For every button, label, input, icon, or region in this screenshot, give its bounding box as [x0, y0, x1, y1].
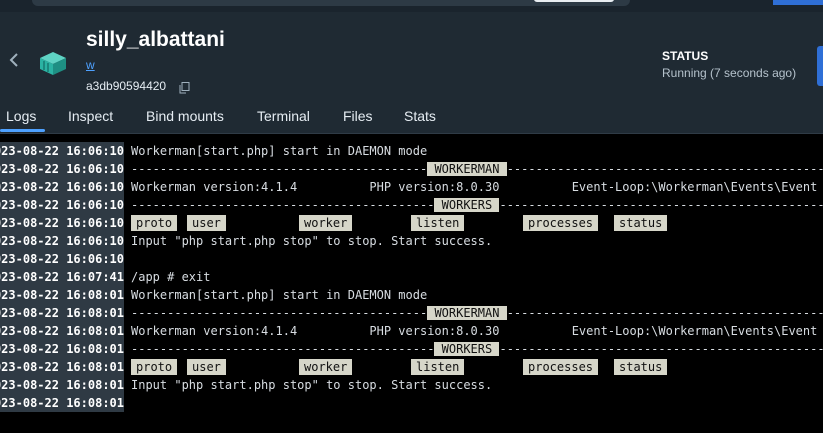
worker-column-header: processes [523, 215, 599, 231]
log-message: Input "php start.php stop" to stop. Star… [131, 234, 493, 248]
tab-bind-mounts[interactable]: Bind mounts [146, 108, 224, 124]
log-separator: ----------------------------------------… [131, 342, 823, 356]
log-timestamp: 2023-08-22 16:06:10 [0, 178, 124, 196]
container-name: silly_albattani [86, 28, 225, 51]
worker-column-header: listen [411, 215, 465, 231]
container-id: a3db90594420 [86, 79, 167, 93]
worker-column-header: processes [523, 359, 599, 375]
log-timestamp: 2023-08-22 16:08:01 [0, 358, 124, 376]
log-line: 2023-08-22 16:07:41/app # exit [0, 268, 823, 286]
log-separator: ----------------------------------------… [131, 198, 823, 212]
separator-label: WORKERMAN [427, 306, 507, 320]
tab-inspect[interactable]: Inspect [68, 108, 113, 124]
log-message: Workerman[start.php] start in DAEMON mod… [131, 288, 428, 302]
worker-column-header: listen [411, 359, 465, 375]
worker-column-header: worker [299, 359, 353, 375]
log-timestamp: 2023-08-22 16:08:01 [0, 394, 124, 412]
log-line: 2023-08-22 16:06:10 proto user worker listen… [0, 214, 823, 232]
side-accent [817, 46, 823, 86]
log-line: 2023-08-22 16:08:01 [0, 394, 823, 412]
worker-column-header: user [187, 359, 226, 375]
worker-column-header: proto [131, 359, 178, 375]
log-timestamp: 2023-08-22 16:08:01 [0, 286, 124, 304]
log-message: Input "php start.php stop" to stop. Star… [131, 378, 493, 392]
log-timestamp: 2023-08-22 16:06:10 [0, 214, 124, 232]
log-timestamp: 2023-08-22 16:06:10 [0, 196, 124, 214]
log-timestamp: 2023-08-22 16:06:10 [0, 250, 124, 268]
image-link[interactable]: w [86, 58, 95, 72]
worker-column-header: proto [131, 215, 178, 231]
global-search-bar[interactable] [32, 0, 630, 6]
log-message: /app # exit [131, 270, 211, 284]
log-timestamp: 2023-08-22 16:08:01 [0, 304, 124, 322]
log-line: 2023-08-22 16:06:10 Input "php start.php … [0, 232, 823, 250]
top-accent [773, 0, 823, 5]
separator-label: WORKERS [434, 198, 500, 212]
tab-stats[interactable]: Stats [404, 108, 436, 124]
worker-column-header: user [187, 215, 226, 231]
status-label: STATUS [662, 49, 709, 63]
log-output[interactable]: 2023-08-22 16:06:10 Workerman[start.php] … [0, 134, 823, 433]
container-cube-icon [38, 50, 68, 76]
log-line: 2023-08-22 16:08:01 ---------------------… [0, 340, 823, 358]
log-timestamp: 2023-08-22 16:07:41 [0, 268, 124, 286]
tab-files[interactable]: Files [343, 108, 373, 124]
search-shortcut-hint [534, 0, 614, 2]
log-timestamp: 2023-08-22 16:08:01 [0, 322, 124, 340]
log-line: 2023-08-22 16:06:10 Workerman version:4.1… [0, 178, 823, 196]
log-timestamp: 2023-08-22 16:06:10 [0, 160, 124, 178]
separator-label: WORKERMAN [427, 162, 507, 176]
worker-column-header: status [614, 359, 668, 375]
log-message: Workerman[start.php] start in DAEMON mod… [131, 144, 428, 158]
log-message: Workerman version:4.1.4 PHP version:8.0.… [131, 324, 818, 338]
log-timestamp: 2023-08-22 16:08:01 [0, 376, 124, 394]
log-line: 2023-08-22 16:08:01 ---------------------… [0, 304, 823, 322]
tab-bar: Logs Inspect Bind mounts Terminal Files … [0, 100, 823, 134]
log-line: 2023-08-22 16:06:10 [0, 250, 823, 268]
log-message: Workerman version:4.1.4 PHP version:8.0.… [131, 180, 818, 194]
top-bar [0, 0, 823, 12]
log-timestamp: 2023-08-22 16:06:10 [0, 142, 124, 160]
log-line: 2023-08-22 16:06:10 ---------------------… [0, 196, 823, 214]
log-line: 2023-08-22 16:08:01 Workerman version:4.1… [0, 322, 823, 340]
active-tab-indicator [0, 129, 45, 132]
log-timestamp: 2023-08-22 16:06:10 [0, 232, 124, 250]
log-line: 2023-08-22 16:06:10 ---------------------… [0, 160, 823, 178]
chevron-left-icon[interactable] [8, 52, 22, 68]
log-line: 2023-08-22 16:08:01 Input "php start.php … [0, 376, 823, 394]
log-separator: ----------------------------------------… [131, 162, 823, 176]
log-line: 2023-08-22 16:08:01 Workerman[start.php] … [0, 286, 823, 304]
log-line: 2023-08-22 16:06:10 Workerman[start.php] … [0, 142, 823, 160]
container-header: silly_albattani w a3db90594420 STATUS Ru… [0, 12, 823, 96]
log-line: 2023-08-22 16:08:01 proto user worker listen… [0, 358, 823, 376]
separator-label: WORKERS [434, 342, 500, 356]
tab-terminal[interactable]: Terminal [257, 108, 310, 124]
worker-column-header: worker [299, 215, 353, 231]
status-value: Running (7 seconds ago) [662, 66, 797, 80]
log-timestamp: 2023-08-22 16:08:01 [0, 340, 124, 358]
tab-logs[interactable]: Logs [6, 108, 36, 124]
worker-column-header: status [614, 215, 668, 231]
copy-icon[interactable] [179, 81, 190, 94]
log-separator: ----------------------------------------… [131, 306, 823, 320]
